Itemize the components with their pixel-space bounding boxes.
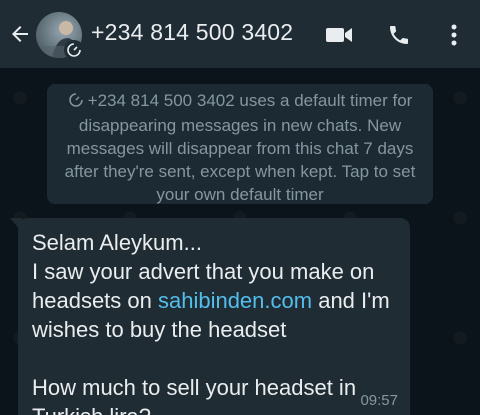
more-vertical-icon[interactable] xyxy=(439,20,469,50)
disappearing-messages-notice[interactable]: +234 814 500 3402 uses a default timer f… xyxy=(47,84,433,204)
chat-header: +234 814 500 3402 xyxy=(0,0,480,68)
incoming-message-bubble[interactable]: Selam Aleykum... I saw your advert that … xyxy=(18,218,410,415)
message-line-question: How much to sell your headset in Turkish… xyxy=(32,375,357,415)
timer-badge-icon xyxy=(64,40,84,60)
message-line-greeting: Selam Aleykum... xyxy=(32,230,202,255)
notice-text: +234 814 500 3402 uses a default timer f… xyxy=(64,91,416,204)
message-text: Selam Aleykum... I saw your advert that … xyxy=(32,228,396,415)
contact-name[interactable]: +234 814 500 3402 xyxy=(91,19,293,46)
message-link[interactable]: sahibinden.com xyxy=(158,288,312,313)
video-camera-icon[interactable] xyxy=(324,20,354,50)
arrow-left-icon[interactable] xyxy=(6,20,34,48)
phone-icon[interactable] xyxy=(384,20,414,50)
message-timestamp: 09:57 xyxy=(360,392,398,409)
timer-icon xyxy=(68,91,84,114)
